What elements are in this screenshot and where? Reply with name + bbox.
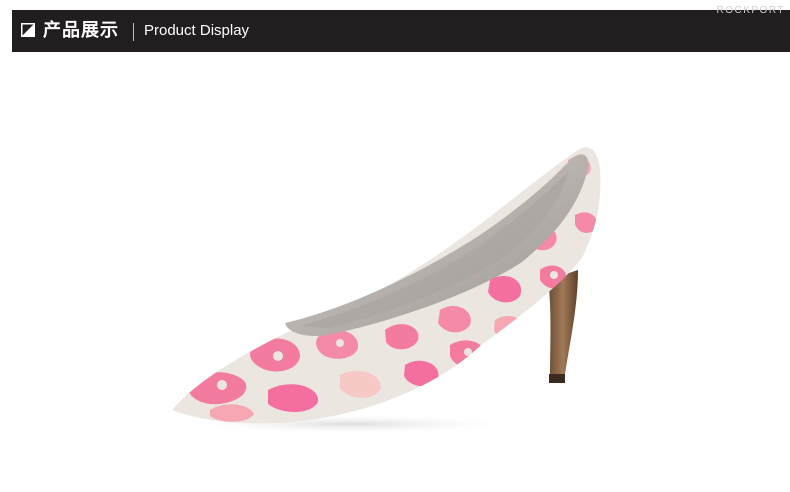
corner-square-icon: [21, 23, 35, 37]
section-header: 产品展示 Product Display: [12, 10, 790, 52]
brand-logo: ROCKPORT: [716, 5, 785, 16]
heel-tip: [549, 374, 565, 383]
title-divider: [133, 23, 134, 41]
section-title-chinese: 产品展示: [43, 20, 119, 41]
product-image: [172, 147, 601, 434]
section-title-english: Product Display: [144, 22, 250, 39]
